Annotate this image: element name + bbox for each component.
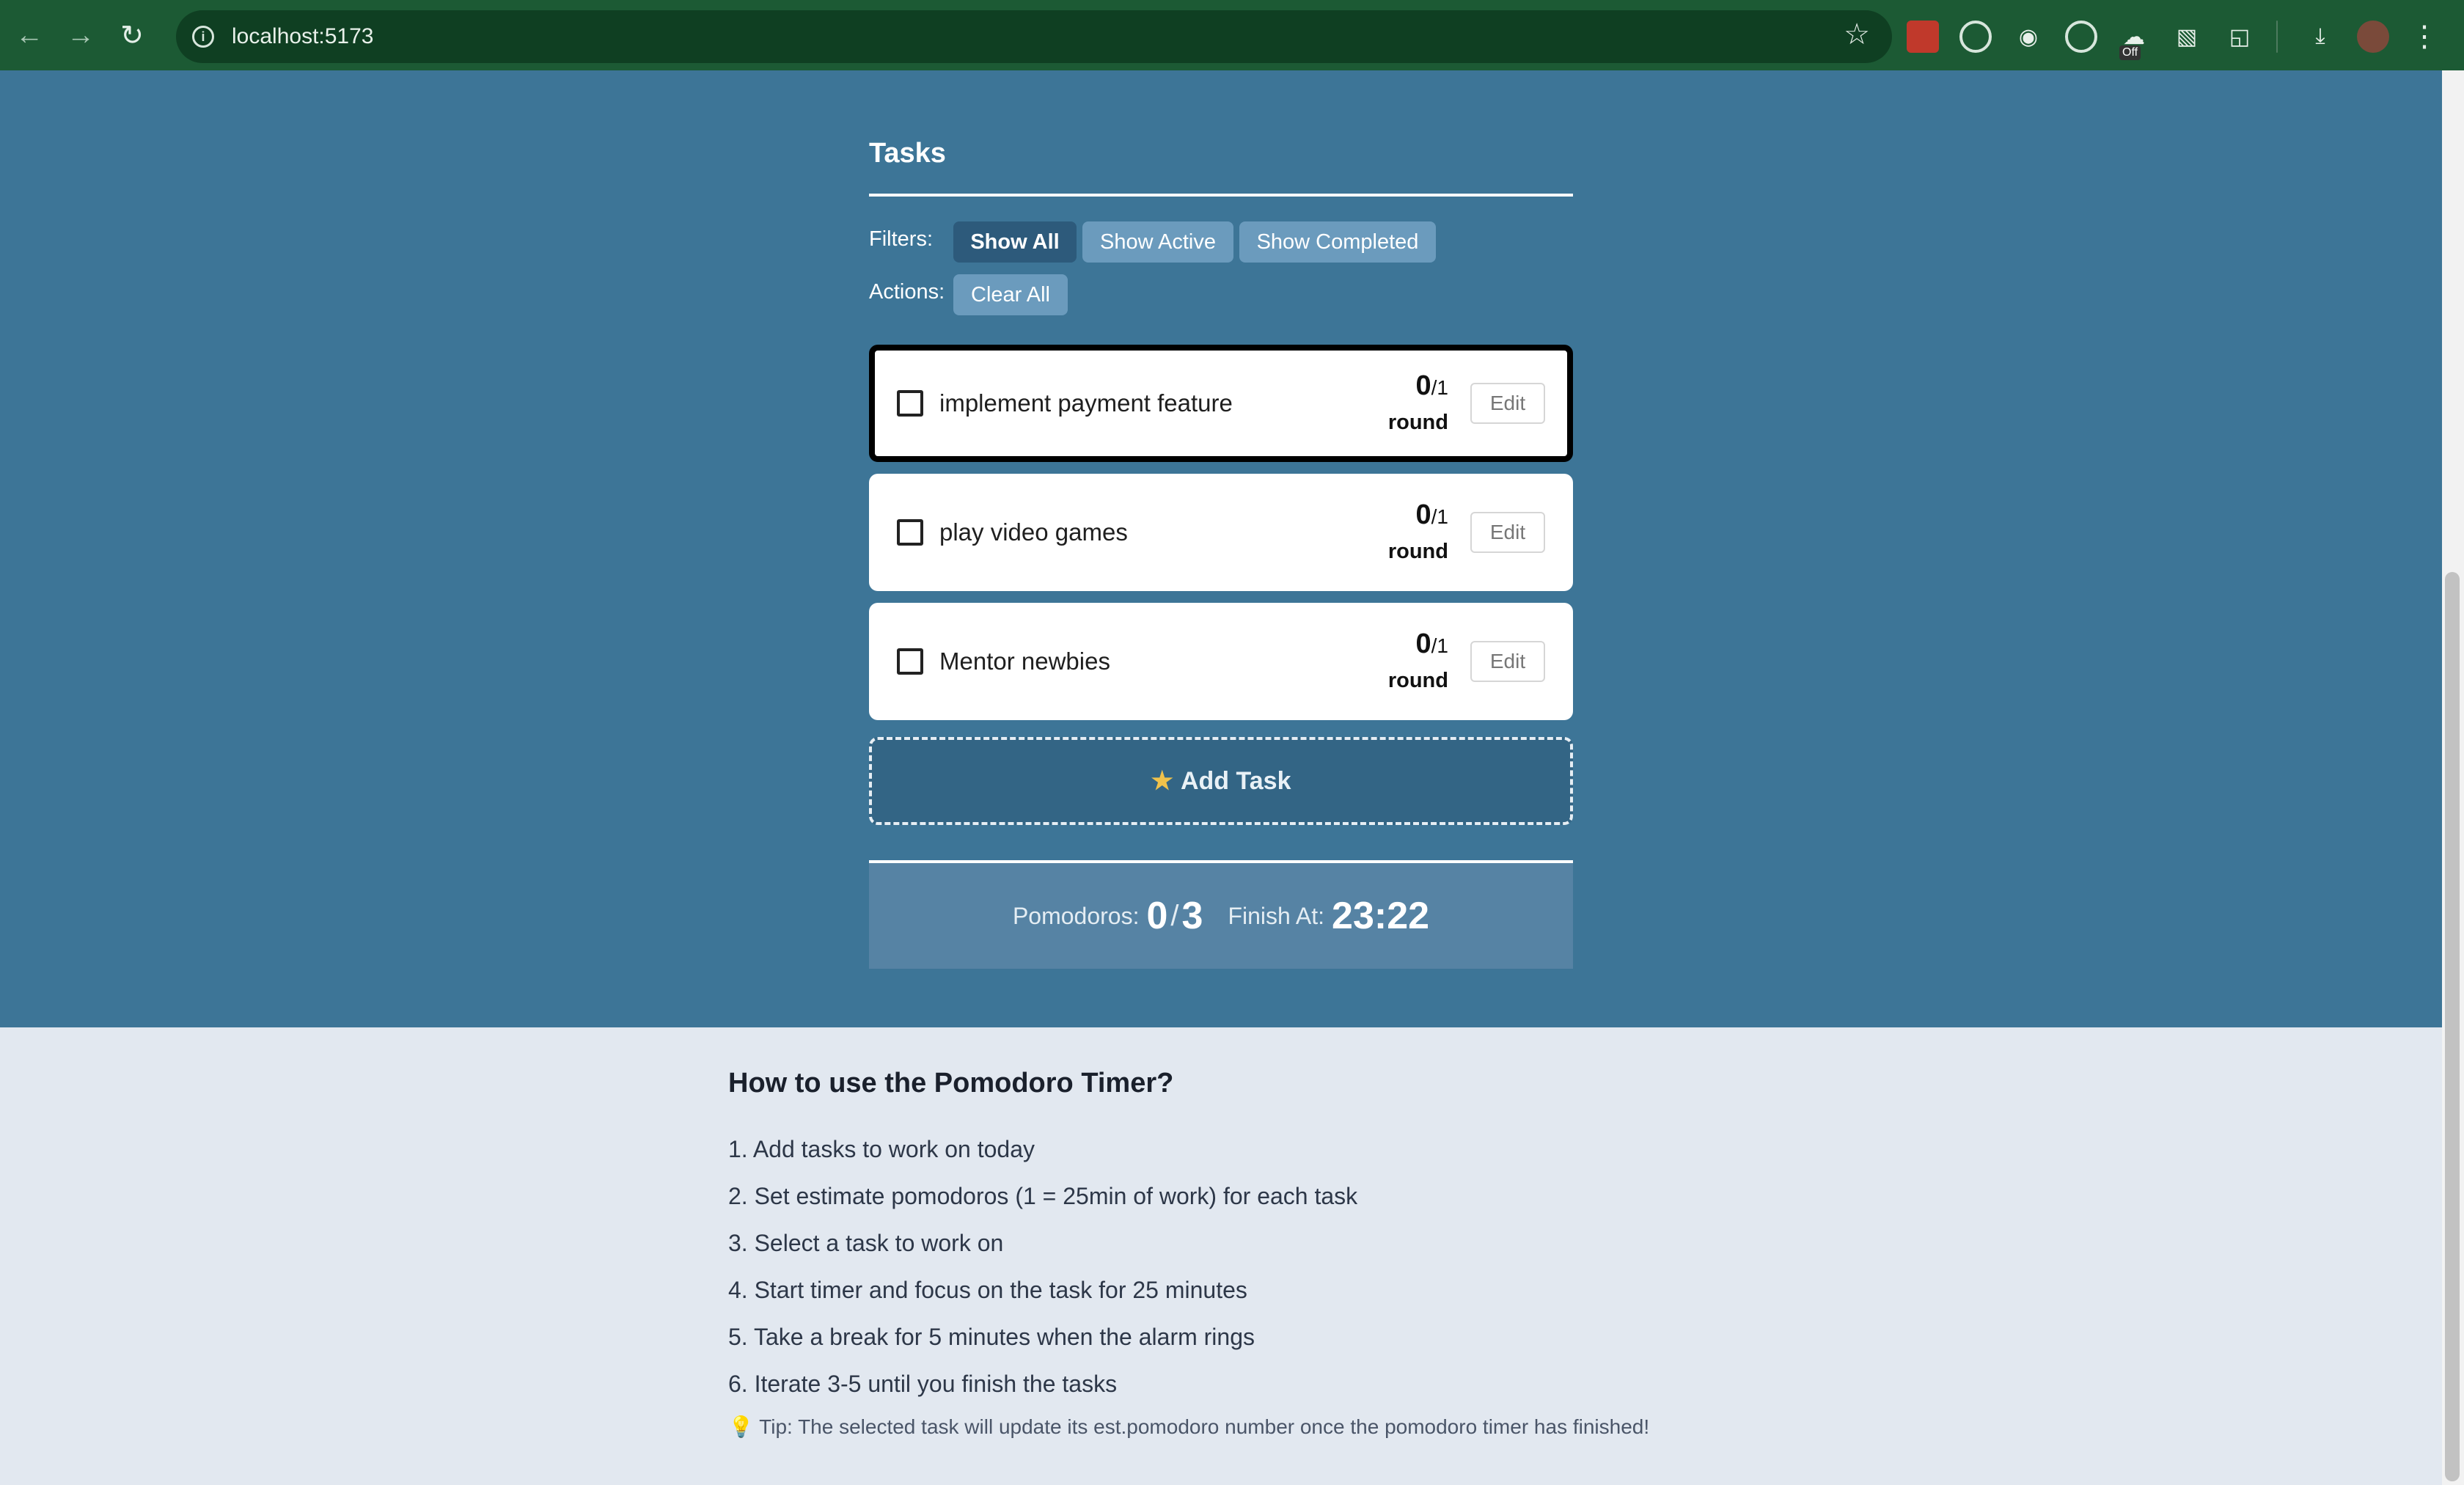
star-icon: ★: [1151, 767, 1173, 795]
pomodoros-done: 0: [1146, 895, 1168, 937]
site-info-icon[interactable]: i: [192, 26, 214, 48]
tasks-divider: [869, 194, 1573, 197]
extension-camera-icon[interactable]: ◉: [2012, 21, 2045, 53]
tip-message: Tip: The selected task will update its e…: [759, 1415, 1650, 1438]
filter-show-active-button[interactable]: Show Active: [1082, 221, 1233, 263]
task-estimate: /1: [1431, 634, 1448, 657]
task-checkbox[interactable]: [897, 648, 923, 675]
instruction-step: 6. Iterate 3-5 until you finish the task…: [728, 1371, 1118, 1397]
extensions-icon[interactable]: ◱: [2223, 21, 2256, 53]
instructions-title: How to use the Pomodoro Timer?: [728, 1068, 1174, 1099]
task-estimate: /1: [1431, 505, 1448, 528]
instruction-step: 5. Take a break for 5 minutes when the a…: [728, 1324, 1255, 1350]
tasks-heading: Tasks: [869, 138, 946, 169]
filter-show-completed-button[interactable]: Show Completed: [1239, 221, 1436, 263]
finish-at-label: Finish At:: [1228, 902, 1325, 929]
browser-toolbar: ← → ↻ i localhost:5173 ☆ ◉ ☁ Off ▧ ◱ ⤓ ⋮: [0, 0, 2464, 70]
edit-task-button[interactable]: Edit: [1470, 512, 1545, 553]
filters-label: Filters:: [869, 227, 933, 251]
scrollbar-thumb[interactable]: [2445, 572, 2460, 1481]
toolbar-divider: [2276, 21, 2278, 53]
clipped-heading: [1027, 114, 1261, 129]
instructions-list: 1. Add tasks to work on today 2. Set est…: [728, 1126, 1755, 1407]
clear-all-button[interactable]: Clear All: [953, 274, 1068, 315]
task-name: implement payment feature: [939, 389, 1233, 417]
pomodoros-slash: /: [1170, 899, 1179, 932]
add-task-button[interactable]: ★ Add Task: [869, 737, 1573, 825]
task-estimate: /1: [1431, 376, 1448, 399]
task-unit: round: [1387, 411, 1448, 434]
task-pomodoro-count: 0/1 round: [1360, 499, 1448, 566]
edit-task-button[interactable]: Edit: [1470, 641, 1545, 682]
task-done-count: 0: [1415, 370, 1431, 401]
task-done-count: 0: [1415, 628, 1431, 659]
instruction-step: 3. Select a task to work on: [728, 1230, 1004, 1256]
pomodoros-label: Pomodoros:: [1012, 902, 1140, 929]
extensions-bar: ◉ ☁ Off ▧ ◱ ⤓ ⋮: [1907, 13, 2454, 60]
instruction-step: 4. Start timer and focus on the task for…: [728, 1277, 1247, 1303]
task-checkbox[interactable]: [897, 390, 923, 417]
task-unit: round: [1387, 540, 1448, 563]
profile-avatar[interactable]: [2357, 21, 2389, 53]
task-name: play video games: [939, 518, 1128, 546]
menu-icon[interactable]: ⋮: [2410, 20, 2439, 54]
bookmark-star-icon[interactable]: ☆: [1844, 18, 1870, 51]
download-icon[interactable]: ⤓: [2304, 21, 2336, 53]
lightbulb-icon: 💡: [728, 1415, 754, 1438]
summary-panel: Pomodoros: 0 / 3 Finish At: 23:22: [869, 863, 1573, 969]
pomodoros-total: 3: [1181, 895, 1203, 937]
task-pomodoro-count: 0/1 round: [1360, 370, 1448, 437]
extension-target-icon[interactable]: [1959, 21, 1992, 53]
extension-off-icon[interactable]: ☁ Off: [2118, 21, 2150, 60]
url-text[interactable]: localhost:5173: [232, 24, 373, 49]
task-checkbox[interactable]: [897, 519, 923, 546]
instruction-step: 1. Add tasks to work on today: [728, 1136, 1035, 1162]
task-name: Mentor newbies: [939, 648, 1110, 675]
edit-task-button[interactable]: Edit: [1470, 383, 1545, 424]
pomodoro-app: Tasks Filters: Show All Show Active Show…: [0, 70, 2442, 1027]
task-item[interactable]: implement payment feature 0/1 round Edit: [869, 345, 1573, 462]
tip-text: 💡 Tip: The selected task will update its…: [728, 1415, 1755, 1439]
task-unit: round: [1387, 669, 1448, 692]
extension-off-badge: Off: [2119, 45, 2141, 60]
extension-face-icon[interactable]: [2065, 21, 2097, 53]
task-done-count: 0: [1415, 499, 1431, 530]
finish-time: 23:22: [1332, 895, 1430, 937]
forward-icon[interactable]: →: [59, 13, 103, 57]
filter-show-all-button[interactable]: Show All: [953, 221, 1077, 263]
instruction-step: 2. Set estimate pomodoros (1 = 25min of …: [728, 1183, 1358, 1209]
task-pomodoro-count: 0/1 round: [1360, 628, 1448, 695]
task-item[interactable]: Mentor newbies 0/1 round Edit: [869, 603, 1573, 720]
extension-green-icon[interactable]: ▧: [2171, 21, 2203, 53]
address-bar[interactable]: i localhost:5173 ☆: [176, 10, 1892, 63]
back-icon[interactable]: ←: [7, 13, 51, 57]
add-task-label: Add Task: [1180, 766, 1291, 795]
actions-label: Actions:: [869, 280, 945, 304]
extension-red-icon[interactable]: [1907, 21, 1939, 53]
task-item[interactable]: play video games 0/1 round Edit: [869, 474, 1573, 591]
reload-icon[interactable]: ↻: [110, 13, 154, 57]
instructions-section: How to use the Pomodoro Timer? 1. Add ta…: [728, 1068, 1755, 1439]
